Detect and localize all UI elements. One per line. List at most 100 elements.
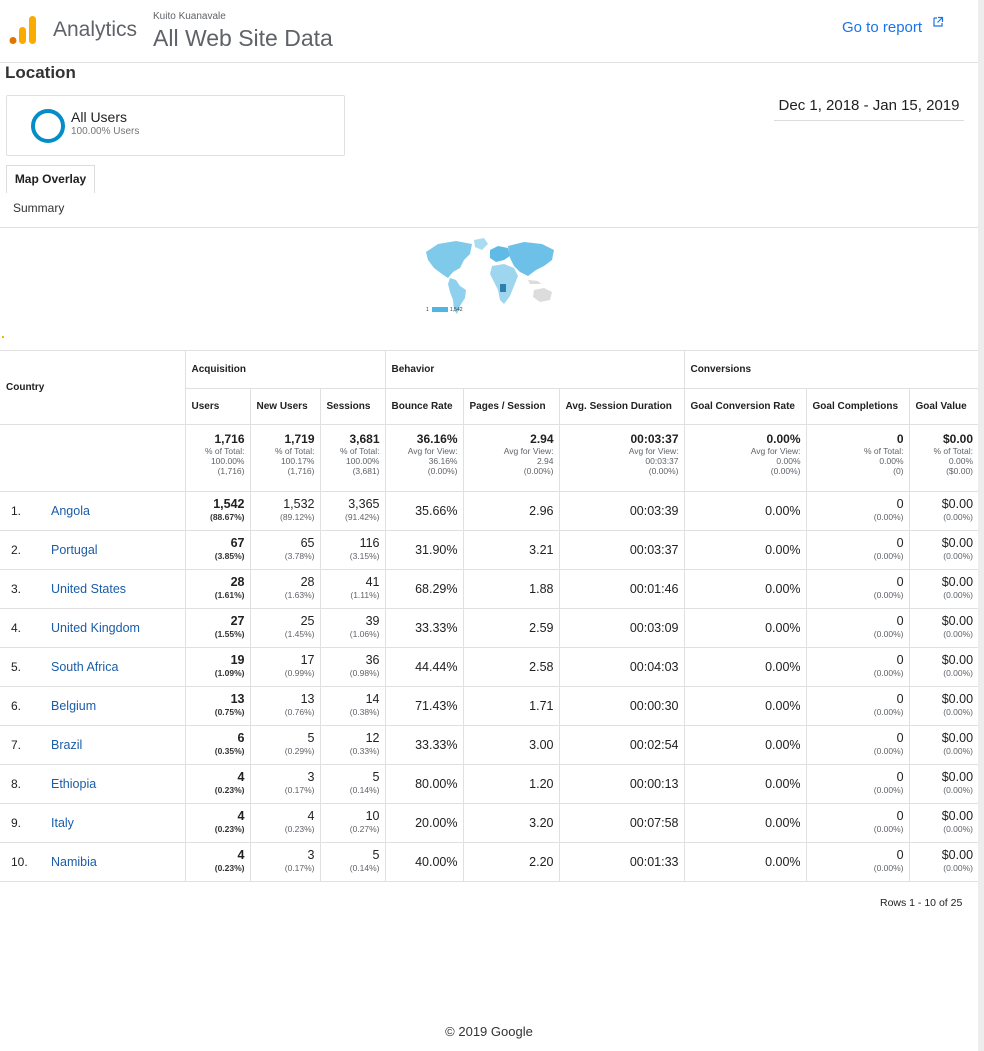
tab-summary[interactable]: Summary (13, 201, 64, 215)
table-row[interactable]: 5. South Africa 19 (1.09%) 17 (0.99%) 36 (0.98%… (0, 647, 979, 687)
goal-conversion-rate-cell: 0.00% (684, 686, 807, 726)
sessions-percent: (91.42%) (345, 512, 380, 522)
sessions-cell: 12 (0.33%) (320, 725, 386, 765)
column-header-bounce-rate[interactable]: Bounce Rate (385, 388, 464, 425)
table-row[interactable]: 9. Italy 4 (0.23%) 4 (0.23%) 10 (0.27%) 20.00% 3.… (0, 803, 979, 843)
new-users-cell: 28 (1.63%) (250, 569, 321, 609)
date-range-selector[interactable]: Dec 1, 2018 - Jan 15, 2019 (774, 97, 964, 121)
new-users-value: 17 (300, 653, 315, 667)
map-legend-min: 1 (426, 307, 429, 313)
column-header-goal-conversion-rate[interactable]: Goal Conversion Rate (684, 388, 807, 425)
table-row[interactable]: 2. Portugal 67 (3.85%) 65 (3.78%) 116 (3.15%) 31… (0, 530, 979, 570)
goal-completions-percent: (0.00%) (873, 785, 904, 795)
goal-completions-value: 0 (896, 809, 904, 823)
goal-value-value: $0.00 (941, 692, 974, 706)
table-row[interactable]: 6. Belgium 13 (0.75%) 13 (0.76%) 14 (0.38%) 71.4… (0, 686, 979, 726)
users-value: 67 (230, 536, 245, 550)
total-users: 1,716% of Total: 100.00% (1,716) (185, 424, 251, 492)
external-link-icon[interactable] (932, 16, 944, 28)
column-header-goal-value[interactable]: Goal Value (909, 389, 978, 425)
goal-completions-percent: (0.00%) (873, 668, 904, 678)
scrollbar-track[interactable] (978, 0, 984, 1051)
world-map[interactable]: 1 1,542 (420, 236, 560, 321)
row-index: 8. (11, 777, 22, 791)
group-header-acquisition: Acquisition (185, 350, 386, 389)
total-bounce-rate: 36.16% Avg for View: 36.16% (0.00%) (385, 424, 464, 492)
goal-value-value: $0.00 (941, 731, 974, 745)
bounce-rate-cell: 35.66% (385, 491, 464, 531)
new-users-cell: 3 (0.17%) (250, 842, 321, 882)
table-row[interactable]: 3. United States 28 (1.61%) 28 (1.63%) 41 (1.11… (0, 569, 979, 609)
tab-map-overlay[interactable]: Map Overlay (6, 165, 95, 193)
pages-per-session-cell: 2.20 (463, 842, 560, 882)
new-users-percent: (1.63%) (284, 590, 315, 600)
users-value: 28 (230, 575, 245, 589)
users-cell: 4 (0.23%) (185, 842, 251, 882)
bounce-rate-cell: 71.43% (385, 686, 464, 726)
map-legend-bar (432, 307, 448, 312)
new-users-value: 13 (300, 692, 315, 706)
table-row[interactable]: 10. Namibia 4 (0.23%) 3 (0.17%) 5 (0.14%) 40.00%… (0, 842, 979, 882)
pages-per-session-cell: 3.00 (463, 725, 560, 765)
sessions-value: 5 (372, 848, 380, 862)
avg-duration-value: 00:00:30 (629, 698, 679, 713)
country-link[interactable]: Belgium (51, 699, 96, 713)
country-link[interactable]: United States (51, 582, 126, 596)
column-header-avg-session-duration[interactable]: Avg. Session Duration (559, 388, 685, 425)
row-index: 5. (11, 660, 22, 674)
segment-card[interactable]: All Users 100.00% Users (6, 95, 345, 156)
country-cell: 6. Belgium (0, 686, 186, 726)
table-row[interactable]: 7. Brazil 6 (0.35%) 5 (0.29%) 12 (0.33%) 33.33% 3… (0, 725, 979, 765)
new-users-percent: (1.45%) (284, 629, 315, 639)
users-percent: (0.35%) (214, 746, 245, 756)
country-link[interactable]: Brazil (51, 738, 82, 752)
goal-value-cell: $0.00 (0.00%) (909, 609, 978, 648)
goal-completions-cell: 0 (0.00%) (806, 842, 910, 882)
country-link[interactable]: Italy (51, 816, 74, 830)
column-header-new-users[interactable]: New Users (250, 388, 321, 425)
new-users-percent: (0.23%) (284, 824, 315, 834)
segment-name: All Users (71, 109, 128, 125)
total-goal-value: $0.00% of Total: 0.00% ($0.00) (933, 432, 974, 477)
goal-value-percent: (0.00%) (943, 590, 974, 600)
country-link[interactable]: Angola (51, 504, 90, 518)
country-link[interactable]: United Kingdom (51, 621, 140, 635)
table-row[interactable]: 4. United Kingdom 27 (1.55%) 25 (1.45%) 39 (1.0… (0, 608, 979, 648)
goal-completions-cell: 0 (0.00%) (806, 764, 910, 804)
bounce-rate-cell: 33.33% (385, 725, 464, 765)
column-header-goal-completions[interactable]: Goal Completions (806, 388, 910, 425)
goal-conversion-rate-cell: 0.00% (684, 491, 807, 531)
goal-value-percent: (0.00%) (943, 668, 974, 678)
product-name: Analytics (53, 18, 138, 41)
users-percent: (0.23%) (214, 785, 245, 795)
country-link[interactable]: Ethiopia (51, 777, 96, 791)
goal-value-cell: $0.00 (0.00%) (909, 531, 978, 570)
column-header-pages-per-session[interactable]: Pages / Session (463, 388, 560, 425)
sessions-value: 10 (365, 809, 380, 823)
column-header-country[interactable]: Country (0, 350, 186, 425)
row-index: 4. (11, 621, 22, 635)
column-header-sessions[interactable]: Sessions (320, 388, 386, 425)
country-link[interactable]: Portugal (51, 543, 98, 557)
table-row[interactable]: 8. Ethiopia 4 (0.23%) 3 (0.17%) 5 (0.14%) 80.00%… (0, 764, 979, 804)
avg-duration-value: 00:01:46 (629, 581, 679, 596)
users-cell: 4 (0.23%) (185, 803, 251, 843)
table-row[interactable]: 1. Angola 1,542 (88.67%) 1,532 (89.12%) 3,365(… (0, 491, 979, 531)
country-cell: 2. Portugal (0, 530, 186, 570)
sessions-value: 14 (365, 692, 380, 706)
users-value: 13 (230, 692, 245, 706)
pages-per-session-value: 2.96 (529, 503, 554, 518)
country-link[interactable]: Namibia (51, 855, 97, 869)
goal-completions-percent: (0.00%) (873, 512, 904, 522)
new-users-value: 5 (307, 731, 315, 745)
avg-duration-cell: 00:00:30 (559, 686, 685, 726)
go-to-report-link[interactable]: Go to report (842, 19, 922, 36)
new-users-value: 4 (307, 809, 315, 823)
new-users-percent: (3.78%) (284, 551, 315, 561)
goal-value-cell: $0.00 (0.00%) (909, 726, 978, 765)
goal-completions-cell: 0 (0.00%) (806, 725, 910, 765)
goal-completions-percent: (0.00%) (873, 746, 904, 756)
column-header-users[interactable]: Users (185, 388, 251, 425)
country-link[interactable]: South Africa (51, 660, 118, 674)
goal-completions-percent: (0.00%) (873, 590, 904, 600)
